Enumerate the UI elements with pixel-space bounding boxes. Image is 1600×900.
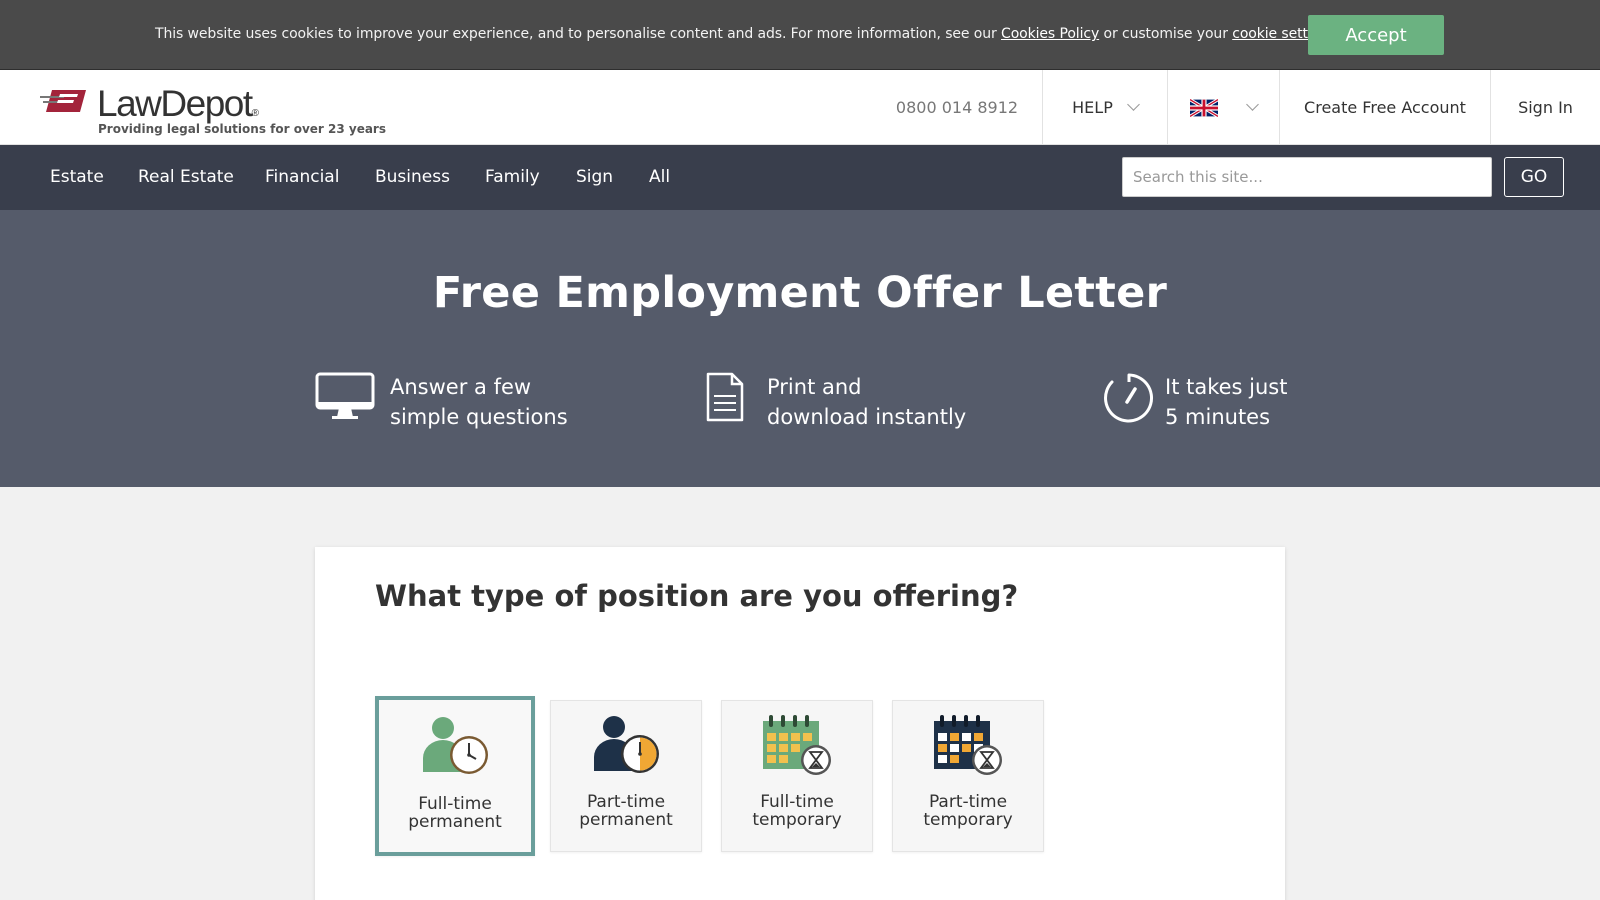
nav-item-family[interactable]: Family: [485, 145, 540, 210]
feature-text: Answer a few simple questions: [390, 372, 568, 432]
logo-tagline: Providing legal solutions for over 23 ye…: [98, 122, 386, 136]
option-label-line-2: permanent: [408, 812, 502, 832]
sign-in-link[interactable]: Sign In: [1490, 70, 1600, 145]
option-label: Part-time temporary: [893, 793, 1043, 829]
calendar-hourglass-navy-icon: [934, 715, 1002, 775]
option-label-line-1: Part-time: [928, 792, 1008, 812]
logo-mark-icon: [40, 90, 86, 112]
accept-cookies-button[interactable]: Accept: [1308, 15, 1444, 55]
cookies-policy-link[interactable]: Cookies Policy: [1001, 26, 1099, 42]
option-label: Full-time temporary: [722, 793, 872, 829]
nav-item-real-estate[interactable]: Real Estate: [138, 145, 234, 210]
question-card: What type of position are you offering? …: [315, 547, 1285, 900]
option-label-line-1: Full-time: [760, 792, 834, 812]
option-label: Part-time permanent: [551, 793, 701, 829]
feature-line-1: It takes just: [1165, 375, 1288, 399]
feature-line-1: Answer a few: [390, 375, 532, 399]
logo-registered-mark: ®: [251, 108, 259, 119]
country-selector[interactable]: [1167, 70, 1279, 145]
nav-item-estate[interactable]: Estate: [50, 145, 104, 210]
feature-line-2: 5 minutes: [1165, 405, 1271, 429]
logo-text-depot: Depot: [160, 83, 253, 124]
uk-flag-icon: [1190, 98, 1218, 117]
feature-text: It takes just 5 minutes: [1165, 372, 1287, 432]
monitor-icon: [315, 372, 375, 419]
phone-number[interactable]: 0800 014 8912: [872, 70, 1042, 145]
lawdepot-logo[interactable]: LawDepot® Providing legal solutions for …: [40, 83, 386, 142]
hero-banner: Free Employment Offer Letter Answer a fe…: [0, 210, 1600, 487]
stopwatch-icon: [1104, 373, 1154, 423]
search-input[interactable]: [1122, 157, 1492, 197]
search-go-button[interactable]: GO: [1504, 157, 1564, 197]
option-label-line-2: temporary: [923, 810, 1013, 830]
document-icon: [706, 372, 744, 422]
nav-item-financial[interactable]: Financial: [265, 145, 339, 210]
option-label-line-2: permanent: [579, 810, 673, 830]
cookie-message: This website uses cookies to improve you…: [155, 24, 1341, 44]
cookie-text-middle: or customise your: [1099, 26, 1233, 42]
option-label: Full-time permanent: [379, 795, 531, 831]
option-full-time-permanent[interactable]: Full-time permanent: [375, 696, 535, 856]
option-label-line-1: Full-time: [418, 794, 492, 814]
nav-item-all[interactable]: All: [649, 145, 670, 210]
help-label: HELP: [1072, 98, 1113, 117]
calendar-hourglass-green-icon: [763, 715, 831, 775]
option-part-time-permanent[interactable]: Part-time permanent: [550, 700, 702, 852]
help-dropdown[interactable]: HELP: [1042, 70, 1167, 145]
option-full-time-temporary[interactable]: Full-time temporary: [721, 700, 873, 852]
create-free-account-link[interactable]: Create Free Account: [1279, 70, 1490, 145]
nav-item-business[interactable]: Business: [375, 145, 450, 210]
person-clock-navy-icon: [594, 716, 659, 773]
option-part-time-temporary[interactable]: Part-time temporary: [892, 700, 1044, 852]
page-title: Free Employment Offer Letter: [432, 268, 1168, 318]
feature-line-1: Print and: [767, 375, 862, 399]
logo-text-law: Law: [97, 83, 162, 124]
chevron-down-icon: [1246, 98, 1259, 111]
person-clock-green-icon: [423, 717, 488, 774]
cookie-text-start: This website uses cookies to improve you…: [155, 26, 1002, 42]
site-header: LawDepot® Providing legal solutions for …: [0, 70, 1600, 145]
feature-text: Print and download instantly: [767, 372, 966, 432]
feature-line-2: download instantly: [767, 405, 967, 429]
chevron-down-icon: [1126, 98, 1140, 111]
feature-line-2: simple questions: [390, 405, 568, 429]
nav-item-sign[interactable]: Sign: [576, 145, 613, 210]
main-nav: Estate Real Estate Financial Business Fa…: [0, 145, 1600, 210]
option-label-line-1: Part-time: [586, 792, 666, 812]
question-heading: What type of position are you offering?: [375, 579, 1019, 613]
option-label-line-2: temporary: [752, 810, 842, 830]
cookie-banner: This website uses cookies to improve you…: [0, 0, 1600, 70]
